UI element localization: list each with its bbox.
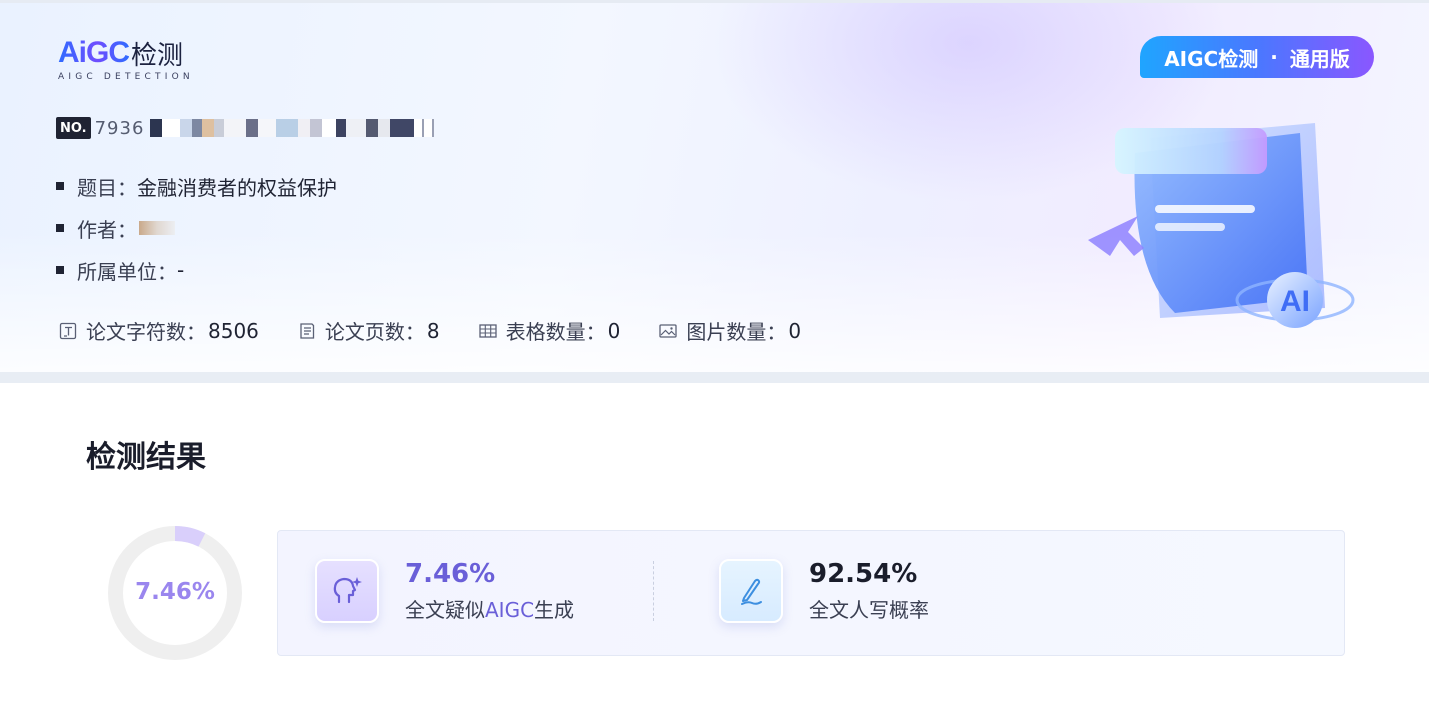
- logo-mark: AiGC: [58, 36, 130, 69]
- author-redacted: [139, 221, 175, 235]
- version-badge: AIGC检测 · 通用版: [1140, 36, 1374, 78]
- meta-author-row: 作者：: [56, 213, 337, 243]
- report-header: AiGC 检测 AIGC DETECTION AIGC检测 · 通用版 NO. …: [0, 0, 1429, 372]
- aigc-desc-accent: AIGC: [485, 598, 535, 622]
- aigc-percentage: 7.46%: [405, 559, 496, 589]
- serial-badge: NO.: [56, 117, 91, 139]
- document-chars-icon: [59, 322, 77, 339]
- title-value: 金融消费者的权益保护: [137, 175, 337, 200]
- title-label: 题目：: [77, 175, 137, 200]
- unit-label: 所属单位：: [77, 259, 177, 284]
- stat-images: 图片数量： 0: [658, 316, 801, 345]
- chars-label: 论文字符数：: [86, 320, 206, 344]
- image-icon: [659, 323, 678, 338]
- aigc-desc-prefix: 全文疑似: [405, 598, 485, 622]
- pages-label: 论文页数：: [324, 320, 425, 344]
- document-pages-icon: [300, 322, 315, 339]
- donut-value: 7.46%: [135, 579, 215, 605]
- result-separator: [653, 561, 654, 621]
- meta-unit-row: 所属单位： -: [56, 255, 337, 285]
- images-value: 0: [788, 318, 802, 343]
- bullet-icon: [56, 266, 64, 274]
- stat-pages: 论文页数： 8: [297, 316, 440, 345]
- meta-title-row: 题目： 金融消费者的权益保护: [56, 171, 337, 201]
- ai-head-icon: [315, 558, 379, 623]
- tables-label: 表格数量：: [505, 320, 606, 344]
- result-summary-card: 7.46% 全文疑似AIGC生成 92.54% 全文人写概率: [277, 530, 1345, 656]
- human-percentage: 92.54%: [809, 559, 918, 589]
- serial-redacted: [150, 117, 435, 139]
- svg-text:AI: AI: [1280, 285, 1310, 318]
- stat-tables: 表格数量： 0: [478, 316, 621, 345]
- report-serial: NO. 7936: [56, 117, 435, 139]
- pen-glyph: [741, 578, 762, 605]
- section-divider: [0, 372, 1429, 383]
- aigc-logo: AiGC 检测 AIGC DETECTION: [58, 36, 194, 82]
- aigc-description: 全文疑似AIGC生成: [405, 594, 574, 623]
- human-result: 92.54% 全文人写概率: [719, 558, 929, 623]
- paper-stats: 论文字符数： 8506 论文页数： 8 表格数量： 0 图片数量： 0: [58, 316, 839, 345]
- stat-chars: 论文字符数： 8506: [58, 316, 259, 345]
- results-title: 检测结果: [86, 440, 206, 475]
- paper-meta: 题目： 金融消费者的权益保护 作者： 所属单位： -: [56, 171, 337, 297]
- serial-number: 7936: [94, 117, 145, 139]
- aigc-result: 7.46% 全文疑似AIGC生成: [315, 558, 574, 623]
- author-label: 作者：: [77, 217, 137, 242]
- logo-text: 检测: [131, 40, 184, 71]
- version-edition: 通用版: [1289, 46, 1350, 71]
- version-product: AIGC检测: [1164, 46, 1259, 71]
- human-description: 全文人写概率: [809, 598, 929, 622]
- bullet-icon: [56, 182, 64, 190]
- ai-head-glyph: [333, 576, 362, 603]
- ai-document-illustration: AI: [1088, 123, 1355, 328]
- aigc-desc-suffix: 生成: [534, 598, 575, 622]
- version-separator: ·: [1270, 45, 1278, 69]
- bullet-icon: [56, 224, 64, 232]
- table-icon: [478, 323, 497, 338]
- images-label: 图片数量：: [686, 320, 787, 344]
- logo-subtitle: AIGC DETECTION: [58, 72, 194, 82]
- pen-icon: [719, 558, 783, 623]
- chars-value: 8506: [208, 318, 259, 343]
- pages-value: 8: [426, 318, 440, 343]
- tables-value: 0: [607, 318, 621, 343]
- unit-value: -: [177, 258, 185, 282]
